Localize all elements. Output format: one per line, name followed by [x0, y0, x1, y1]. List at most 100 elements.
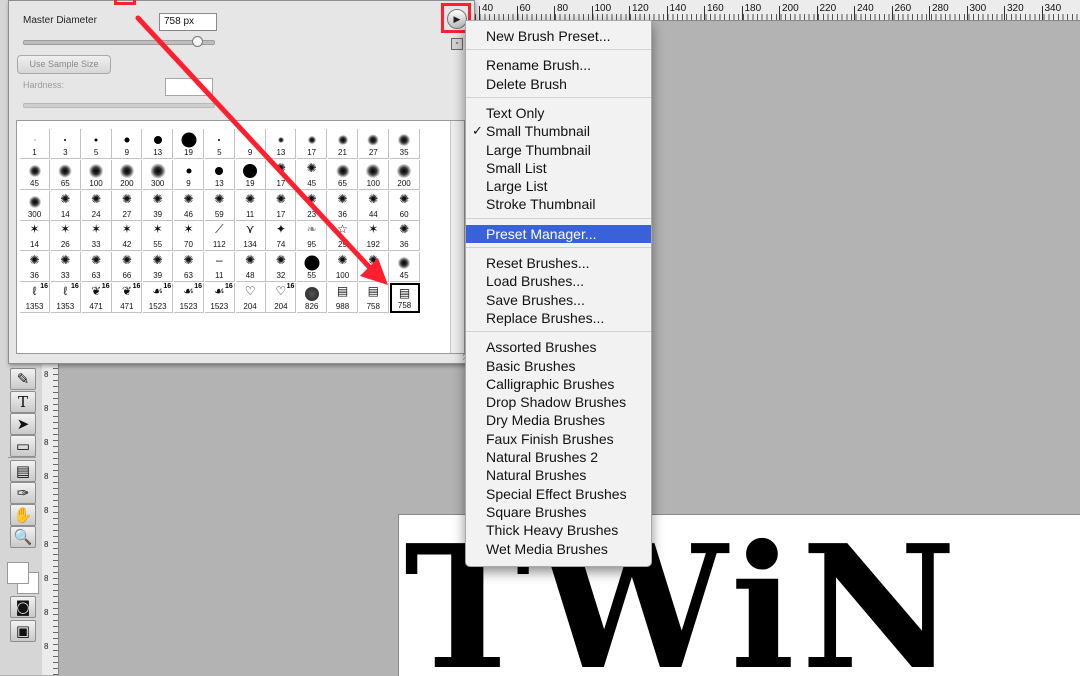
brush-preset-42[interactable]: ✶ 42: [112, 221, 143, 252]
menu-item-wet-media-brushes[interactable]: Wet Media Brushes: [466, 540, 651, 558]
brush-preset-27[interactable]: 27: [358, 129, 389, 159]
brush-preset-33[interactable]: ✶ 33: [81, 221, 112, 252]
brush-preset-134[interactable]: ⋎ 134: [235, 221, 266, 252]
brush-preset-758[interactable]: ▤ 758: [358, 283, 389, 313]
brush-preset-13[interactable]: 13: [204, 159, 235, 190]
menu-item-preset-manager[interactable]: Preset Manager...: [466, 224, 651, 243]
menu-item-reset-brushes[interactable]: Reset Brushes...: [466, 254, 651, 272]
brush-preset-74[interactable]: ✦ 74: [266, 221, 297, 252]
brush-preset-112[interactable]: ⟋ 112: [204, 221, 235, 252]
menu-item-calligraphic-brushes[interactable]: Calligraphic Brushes: [466, 375, 651, 393]
brush-preset-63[interactable]: ✺ 63: [174, 252, 204, 283]
brush-preset-13[interactable]: 13: [143, 129, 174, 159]
brush-preset-17[interactable]: ✺ 17: [266, 159, 297, 190]
brush-preset-19[interactable]: 19: [174, 129, 204, 159]
brush-preset-36[interactable]: ✺ 36: [20, 252, 50, 283]
brush-preset-unlabeled[interactable]: ✺: [358, 252, 389, 283]
brush-preset-13[interactable]: 13: [266, 129, 297, 159]
brush-preset-60[interactable]: ✺ 60: [389, 190, 420, 221]
brush-preset-9[interactable]: 9: [174, 159, 204, 190]
brush-preset-204[interactable]: ♡ 204: [235, 283, 266, 313]
screen-mode-icon[interactable]: ▣: [10, 620, 36, 642]
brush-preset-45[interactable]: 45: [20, 159, 50, 190]
notes-tool-icon[interactable]: ▤: [10, 460, 36, 482]
brush-preset-471[interactable]: ❦ 16 471: [112, 283, 143, 313]
brush-preset-1[interactable]: 1: [20, 129, 50, 159]
brush-preset-63[interactable]: ✺ 63: [81, 252, 112, 283]
menu-item-stroke-thumbnail[interactable]: Stroke Thumbnail: [466, 195, 651, 213]
brush-preset-45[interactable]: 45: [389, 252, 420, 283]
brush-preset-14[interactable]: ✶ 14: [20, 221, 50, 252]
brush-preset-66[interactable]: ✺ 66: [112, 252, 143, 283]
brush-preset-14[interactable]: ✺ 14: [50, 190, 81, 221]
brush-preset-1523[interactable]: ☙ 16 1523: [204, 283, 235, 313]
brush-preset-48[interactable]: ✺ 48: [235, 252, 266, 283]
hardness-slider[interactable]: [23, 103, 215, 108]
brush-preset-55[interactable]: ✶ 55: [143, 221, 174, 252]
menu-item-basic-brushes[interactable]: Basic Brushes: [466, 357, 651, 375]
brush-preset-5[interactable]: 5: [81, 129, 112, 159]
master-diameter-slider-thumb[interactable]: [192, 36, 203, 47]
brush-preset-11[interactable]: ✺ 11: [235, 190, 266, 221]
eyedropper-tool-icon[interactable]: ✑: [10, 482, 36, 504]
brush-preset-192[interactable]: ✶ 192: [358, 221, 389, 252]
menu-item-delete-brush[interactable]: Delete Brush: [466, 75, 651, 93]
brush-preset-26[interactable]: ✶ 26: [50, 221, 81, 252]
menu-item-natural-brushes-2[interactable]: Natural Brushes 2: [466, 448, 651, 466]
brush-preset-100[interactable]: 100: [358, 159, 389, 190]
brush-list-scrollbar[interactable]: [450, 121, 464, 353]
menu-item-faux-finish-brushes[interactable]: Faux Finish Brushes: [466, 430, 651, 448]
zoom-tool-icon[interactable]: 🔍: [10, 526, 36, 548]
brush-preset-471[interactable]: ❦ 16 471: [81, 283, 112, 313]
menu-item-replace-brushes[interactable]: Replace Brushes...: [466, 309, 651, 327]
brush-preset-35[interactable]: 35: [389, 129, 420, 159]
master-diameter-input[interactable]: 758 px: [159, 13, 217, 31]
quick-mask-icon[interactable]: ◙: [10, 596, 36, 618]
brush-preset-21[interactable]: 21: [328, 129, 358, 159]
shape-tool-icon[interactable]: ▭: [10, 435, 36, 457]
brush-preset-200[interactable]: 200: [389, 159, 420, 190]
menu-item-assorted-brushes[interactable]: Assorted Brushes: [466, 338, 651, 356]
menu-item-drop-shadow-brushes[interactable]: Drop Shadow Brushes: [466, 393, 651, 411]
brush-preset-32[interactable]: ✺ 32: [266, 252, 297, 283]
hardness-input[interactable]: [165, 78, 213, 96]
menu-item-new-brush-preset[interactable]: New Brush Preset...: [466, 27, 651, 45]
type-tool-icon[interactable]: T: [10, 391, 36, 413]
brush-preset-1353[interactable]: ℓ 16 1353: [20, 283, 50, 313]
brush-preset-39[interactable]: ✺ 39: [143, 252, 174, 283]
brush-preset-29[interactable]: ☆ 29: [328, 221, 358, 252]
brush-preset-17[interactable]: ✺ 17: [266, 190, 297, 221]
brush-preset-758[interactable]: ▤ 758: [389, 283, 420, 313]
brush-preset-33[interactable]: ✺ 33: [50, 252, 81, 283]
brush-preset-24[interactable]: ✺ 24: [81, 190, 112, 221]
menu-item-thick-heavy-brushes[interactable]: Thick Heavy Brushes: [466, 521, 651, 539]
brush-preset-826[interactable]: 826: [297, 283, 328, 313]
pen-tool-icon[interactable]: ✎: [10, 368, 36, 390]
menu-item-save-brushes[interactable]: Save Brushes...: [466, 291, 651, 309]
brush-preset-36[interactable]: ✺ 36: [389, 221, 420, 252]
menu-item-small-thumbnail[interactable]: ✓ Small Thumbnail: [466, 122, 651, 140]
brush-preset-3[interactable]: 3: [50, 129, 81, 159]
brush-preset-39[interactable]: ✺ 39: [143, 190, 174, 221]
menu-item-load-brushes[interactable]: Load Brushes...: [466, 272, 651, 290]
menu-item-large-list[interactable]: Large List: [466, 177, 651, 195]
menu-item-special-effect-brushes[interactable]: Special Effect Brushes: [466, 485, 651, 503]
menu-item-text-only[interactable]: Text Only: [466, 104, 651, 122]
brush-preset-204[interactable]: ♡ 16 204: [266, 283, 297, 313]
brush-preset-11[interactable]: – 11: [204, 252, 235, 283]
brush-preset-19[interactable]: 19: [235, 159, 266, 190]
menu-item-square-brushes[interactable]: Square Brushes: [466, 503, 651, 521]
menu-item-rename-brush[interactable]: Rename Brush...: [466, 56, 651, 74]
panel-option-icon[interactable]: ▫: [451, 38, 463, 50]
brush-preset-45[interactable]: ✺ 45: [297, 159, 328, 190]
master-diameter-slider[interactable]: [23, 40, 215, 45]
path-selection-tool-icon[interactable]: ➤: [10, 413, 36, 435]
hand-tool-icon[interactable]: ✋: [10, 504, 36, 526]
brush-preset-9[interactable]: 9: [112, 129, 143, 159]
panel-menu-button[interactable]: ▶: [447, 9, 467, 29]
brush-preset-300[interactable]: 300: [20, 190, 50, 221]
brush-preset-59[interactable]: ✺ 59: [204, 190, 235, 221]
brush-preset-65[interactable]: 65: [50, 159, 81, 190]
brush-preset-1353[interactable]: ℓ 16 1353: [50, 283, 81, 313]
brush-preset-36[interactable]: ✺ 36: [328, 190, 358, 221]
